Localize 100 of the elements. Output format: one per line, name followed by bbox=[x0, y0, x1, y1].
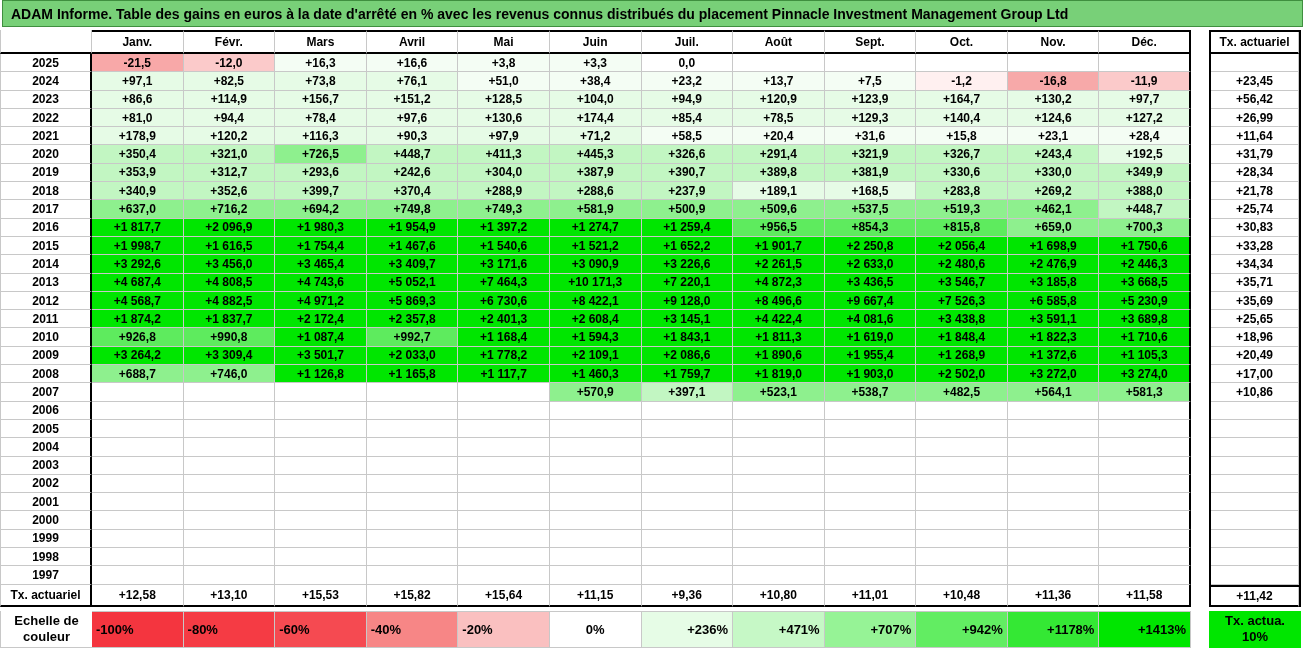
gain-cell: +992,7 bbox=[366, 328, 459, 347]
year-label: 2004 bbox=[0, 438, 92, 457]
gain-cell: -1,2 bbox=[916, 72, 1008, 91]
gain-cell: +3 145,1 bbox=[641, 310, 734, 329]
color-scale-swatch: +1178% bbox=[1007, 610, 1100, 648]
year-label: 2005 bbox=[0, 419, 92, 439]
year-label: 1997 bbox=[0, 566, 92, 585]
gain-cell: +58,5 bbox=[641, 127, 734, 146]
gain-cell: +168,5 bbox=[824, 182, 917, 201]
gain-cell: +397,1 bbox=[641, 383, 734, 402]
gain-cell: +3 438,8 bbox=[916, 310, 1008, 329]
gain-cell: -16,8 bbox=[1007, 72, 1100, 91]
gain-cell: +321,9 bbox=[824, 145, 917, 164]
gain-cell: +38,4 bbox=[549, 72, 642, 91]
rate-cell: +26,99 bbox=[1211, 108, 1299, 128]
color-scale-swatch: +707% bbox=[824, 610, 917, 648]
gain-cell: +570,9 bbox=[549, 383, 642, 402]
rate-cell: +31,79 bbox=[1211, 145, 1299, 164]
rate-cell: +12,58 bbox=[92, 584, 184, 607]
gain-cell: +3 272,0 bbox=[1007, 365, 1100, 384]
gain-cell: +746,0 bbox=[183, 365, 276, 384]
gain-cell: +189,1 bbox=[733, 182, 825, 201]
gain-cell: +749,3 bbox=[458, 200, 550, 219]
gain-cell: +2 357,8 bbox=[366, 310, 459, 329]
year-label: 2006 bbox=[0, 401, 92, 420]
gain-cell: +16,6 bbox=[366, 54, 459, 73]
gain-cell: +243,4 bbox=[1007, 145, 1100, 164]
gain-cell: +120,2 bbox=[183, 127, 276, 146]
gain-cell: +990,8 bbox=[183, 328, 276, 347]
gain-cell: +694,2 bbox=[275, 200, 367, 219]
gain-cell: +3 456,0 bbox=[183, 255, 276, 274]
year-label: 1998 bbox=[0, 548, 92, 567]
rate-cell: +33,28 bbox=[1211, 236, 1299, 256]
gain-cell: +16,3 bbox=[275, 54, 367, 73]
color-scale-swatch: -20% bbox=[458, 610, 550, 648]
year-label: 2002 bbox=[0, 474, 92, 494]
gain-cell: +15,8 bbox=[916, 127, 1008, 146]
gain-cell: -11,9 bbox=[1099, 72, 1191, 91]
gain-cell: +688,7 bbox=[92, 365, 184, 384]
gain-cell: +3 274,0 bbox=[1099, 365, 1191, 384]
rate-cell: +11,58 bbox=[1099, 584, 1191, 607]
gain-cell: +726,5 bbox=[275, 145, 367, 164]
rate-cell: +11,01 bbox=[824, 584, 917, 607]
year-label: 2000 bbox=[0, 511, 92, 530]
color-scale-swatch: +1413% bbox=[1099, 610, 1191, 648]
month-header: Oct. bbox=[916, 30, 1008, 54]
gain-cell: +448,7 bbox=[366, 145, 459, 164]
color-scale-swatch: -40% bbox=[366, 610, 459, 648]
rate-cell: +13,10 bbox=[183, 584, 276, 607]
gain-cell: +13,7 bbox=[733, 72, 825, 91]
gain-cell: +116,3 bbox=[275, 127, 367, 146]
gain-cell: +3 591,1 bbox=[1007, 310, 1100, 329]
gain-cell: +269,2 bbox=[1007, 182, 1100, 201]
rate-cell: +17,00 bbox=[1211, 365, 1299, 384]
rate-cell: +34,34 bbox=[1211, 255, 1299, 274]
gain-cell: +1 848,4 bbox=[916, 328, 1008, 347]
gain-cell: +23,1 bbox=[1007, 127, 1100, 146]
gain-cell: +4 081,6 bbox=[824, 310, 917, 329]
rate-cell: +25,74 bbox=[1211, 200, 1299, 219]
gain-cell: +462,1 bbox=[1007, 200, 1100, 219]
gain-cell: +1 759,7 bbox=[641, 365, 734, 384]
color-scale-swatch: -60% bbox=[275, 610, 367, 648]
gain-cell: +537,5 bbox=[824, 200, 917, 219]
color-scale-swatch: 0% bbox=[549, 610, 642, 648]
gain-cell: +288,6 bbox=[549, 182, 642, 201]
gain-cell: +97,1 bbox=[92, 72, 184, 91]
color-scale-swatch: -80% bbox=[183, 610, 276, 648]
rate-cell: +35,69 bbox=[1211, 291, 1299, 311]
gain-cell: +2 401,3 bbox=[458, 310, 550, 329]
year-label: 1999 bbox=[0, 529, 92, 548]
gain-cell: +1 903,0 bbox=[824, 365, 917, 384]
gain-cell: +399,7 bbox=[275, 182, 367, 201]
rate-cell: +11,64 bbox=[1211, 127, 1299, 146]
gain-cell: +3 090,9 bbox=[549, 255, 642, 274]
rate-cell: +18,96 bbox=[1211, 328, 1299, 347]
gain-cell: +445,3 bbox=[549, 145, 642, 164]
rate-cell: +56,42 bbox=[1211, 90, 1299, 109]
rate-cell: +11,15 bbox=[549, 584, 642, 607]
gain-cell: +1 811,3 bbox=[733, 328, 825, 347]
rate-cell: +11,36 bbox=[1007, 584, 1100, 607]
gain-cell: +1 822,3 bbox=[1007, 328, 1100, 347]
month-header: Sept. bbox=[824, 30, 917, 54]
gain-cell: +1 460,3 bbox=[549, 365, 642, 384]
gain-cell: +482,5 bbox=[916, 383, 1008, 402]
gain-cell: +326,6 bbox=[641, 145, 734, 164]
gain-cell: +3 409,7 bbox=[366, 255, 459, 274]
gain-cell: +388,0 bbox=[1099, 182, 1191, 201]
report-title: ADAM Informe. Table des gains en euros à la date d'arrêté en % avec les revenus connus distribués du placement Pinnacle Investment Management Group Ltd bbox=[2, 0, 1303, 27]
column-header: Tx. actuariel bbox=[1211, 32, 1299, 54]
gain-cell: +1 117,7 bbox=[458, 365, 550, 384]
row-label: Tx. actuariel bbox=[0, 584, 92, 607]
gain-cell: +3 689,8 bbox=[1099, 310, 1191, 329]
gain-cell: +2 476,9 bbox=[1007, 255, 1100, 274]
gain-cell: +326,7 bbox=[916, 145, 1008, 164]
rate-color-key: Tx. actua. 10% bbox=[1209, 610, 1301, 648]
gain-cell: +1 710,6 bbox=[1099, 328, 1191, 347]
gain-cell: +716,2 bbox=[183, 200, 276, 219]
year-label: 2001 bbox=[0, 493, 92, 512]
month-header: Déc. bbox=[1099, 30, 1191, 54]
gain-cell: +500,9 bbox=[641, 200, 734, 219]
